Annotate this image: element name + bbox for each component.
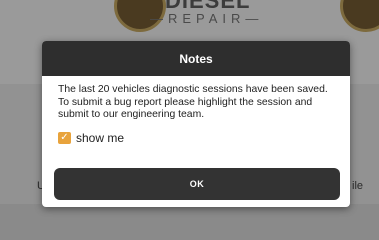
ok-button[interactable]: OK — [54, 168, 340, 200]
dialog-title: Notes — [179, 51, 213, 66]
checkbox-label: show me — [76, 130, 125, 145]
background-label-right: ile — [352, 180, 364, 192]
background-footer — [0, 204, 379, 240]
logo-subtitle: —REPAIR— — [150, 11, 264, 26]
show-me-checkbox-row[interactable]: ✓ show me — [58, 131, 334, 145]
dialog-body: The last 20 vehicles diagnostic sessions… — [42, 76, 350, 145]
dialog-header: Notes — [42, 41, 350, 76]
notes-dialog: Notes The last 20 vehicles diagnostic se… — [42, 41, 350, 207]
checkbox-checked-icon[interactable]: ✓ — [58, 131, 71, 144]
dialog-message: The last 20 vehicles diagnostic sessions… — [58, 84, 328, 120]
logo-emblem-right — [340, 0, 379, 32]
